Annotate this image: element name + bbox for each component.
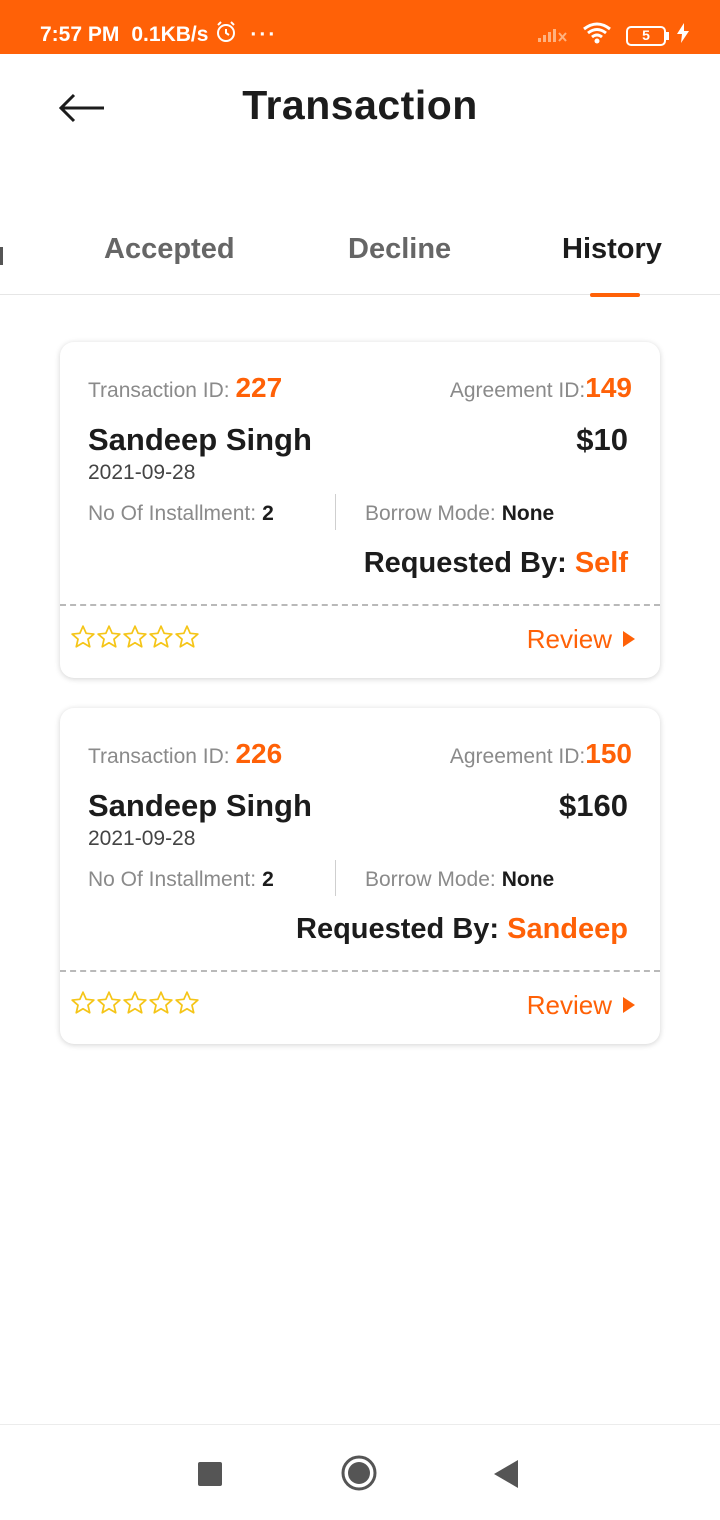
agreement-id-label: Agreement ID: [449,745,586,768]
circle-icon [340,1455,378,1496]
battery-icon: 5 [626,25,670,46]
square-icon [197,1462,223,1491]
home-button[interactable] [340,1454,378,1497]
star-icon[interactable] [148,990,174,1021]
status-left: 7:57 PM 0.1KB/s ··· [40,20,277,50]
star-rating[interactable] [70,624,200,655]
transaction-card[interactable]: Transaction ID: 227 Agreement ID:149 San… [60,342,660,678]
transaction-amount: $160 [559,788,628,823]
triangle-back-icon [492,1460,520,1493]
transaction-id-value: 227 [235,372,283,403]
play-arrow-icon [622,990,636,1021]
active-tab-indicator [590,293,640,297]
wifi-icon [582,22,612,49]
battery-level: 5 [642,26,650,43]
transaction-id: Transaction ID: 227 [88,372,282,404]
agreement-id: Agreement ID:150 [450,738,632,770]
requested-by: Requested By: Sandeep [296,913,628,946]
star-icon[interactable] [174,624,200,655]
agreement-id-value: 150 [585,738,632,769]
signal-icon [538,24,568,47]
installments: No Of Installment: 2 [88,502,274,526]
borrower-name: Sandeep Singh [88,422,312,457]
transaction-card[interactable]: Transaction ID: 226 Agreement ID:150 San… [60,708,660,1044]
requested-by-label: Requested By: [363,547,567,579]
star-icon[interactable] [96,990,122,1021]
status-speed: 0.1KB/s [131,23,209,46]
star-icon[interactable] [122,990,148,1021]
requested-by-value: Self [574,547,628,579]
borrower-name: Sandeep Singh [88,788,312,823]
borrow-mode-value: None [501,502,555,525]
divider [335,494,336,530]
alarm-icon [214,20,238,50]
tab-decline[interactable]: Decline [348,233,451,266]
borrow-mode-label: Borrow Mode: [365,502,496,525]
borrow-mode-label: Borrow Mode: [365,868,496,891]
status-time: 7:57 PM [40,23,120,46]
review-label: Review [526,624,612,654]
status-bar: 7:57 PM 0.1KB/s ··· 5 [0,0,720,54]
more-notifications-icon: ··· [250,23,278,46]
app-bar: Transaction [0,54,720,164]
status-right: 5 [538,22,690,49]
transaction-date: 2021-09-28 [88,461,196,484]
installments: No Of Installment: 2 [88,868,274,892]
agreement-id: Agreement ID:149 [450,372,632,404]
dashed-divider [60,970,660,972]
star-icon[interactable] [96,624,122,655]
transaction-id-label: Transaction ID: [88,745,230,768]
installments-label: No Of Installment: [88,868,257,891]
requested-by: Requested By: Self [364,547,628,580]
agreement-id-value: 149 [585,372,632,403]
requested-by-label: Requested By: [296,913,500,945]
back-nav-button[interactable] [492,1459,520,1494]
review-label: Review [526,990,612,1020]
requested-by-value: Sandeep [507,913,628,945]
transaction-id: Transaction ID: 226 [88,738,282,770]
tab-bar: Accepted Decline History [0,215,720,297]
star-icon[interactable] [70,624,96,655]
transaction-id-label: Transaction ID: [88,379,230,402]
borrow-mode: Borrow Mode: None [365,502,554,526]
star-icon[interactable] [70,990,96,1021]
system-nav-bar [0,1424,720,1520]
star-rating[interactable] [70,990,200,1021]
transaction-date: 2021-09-28 [88,827,196,850]
page-title: Transaction [242,82,478,128]
agreement-id-label: Agreement ID: [449,379,586,402]
borrow-mode: Borrow Mode: None [365,868,554,892]
play-arrow-icon [622,624,636,655]
tab-history[interactable]: History [562,233,662,266]
review-button[interactable]: Review [527,624,636,655]
recents-button[interactable] [197,1461,223,1492]
installments-value: 2 [262,502,274,525]
divider [335,860,336,896]
star-icon[interactable] [174,990,200,1021]
dashed-divider [60,604,660,606]
transaction-amount: $10 [576,422,628,457]
tab-partial-offscreen[interactable] [0,247,3,265]
charging-icon [676,23,690,48]
installments-value: 2 [262,868,274,891]
installments-label: No Of Installment: [88,502,257,525]
review-button[interactable]: Review [527,990,636,1021]
star-icon[interactable] [122,624,148,655]
transaction-id-value: 226 [235,738,283,769]
tab-accepted[interactable]: Accepted [104,233,235,266]
star-icon[interactable] [148,624,174,655]
borrow-mode-value: None [501,868,555,891]
